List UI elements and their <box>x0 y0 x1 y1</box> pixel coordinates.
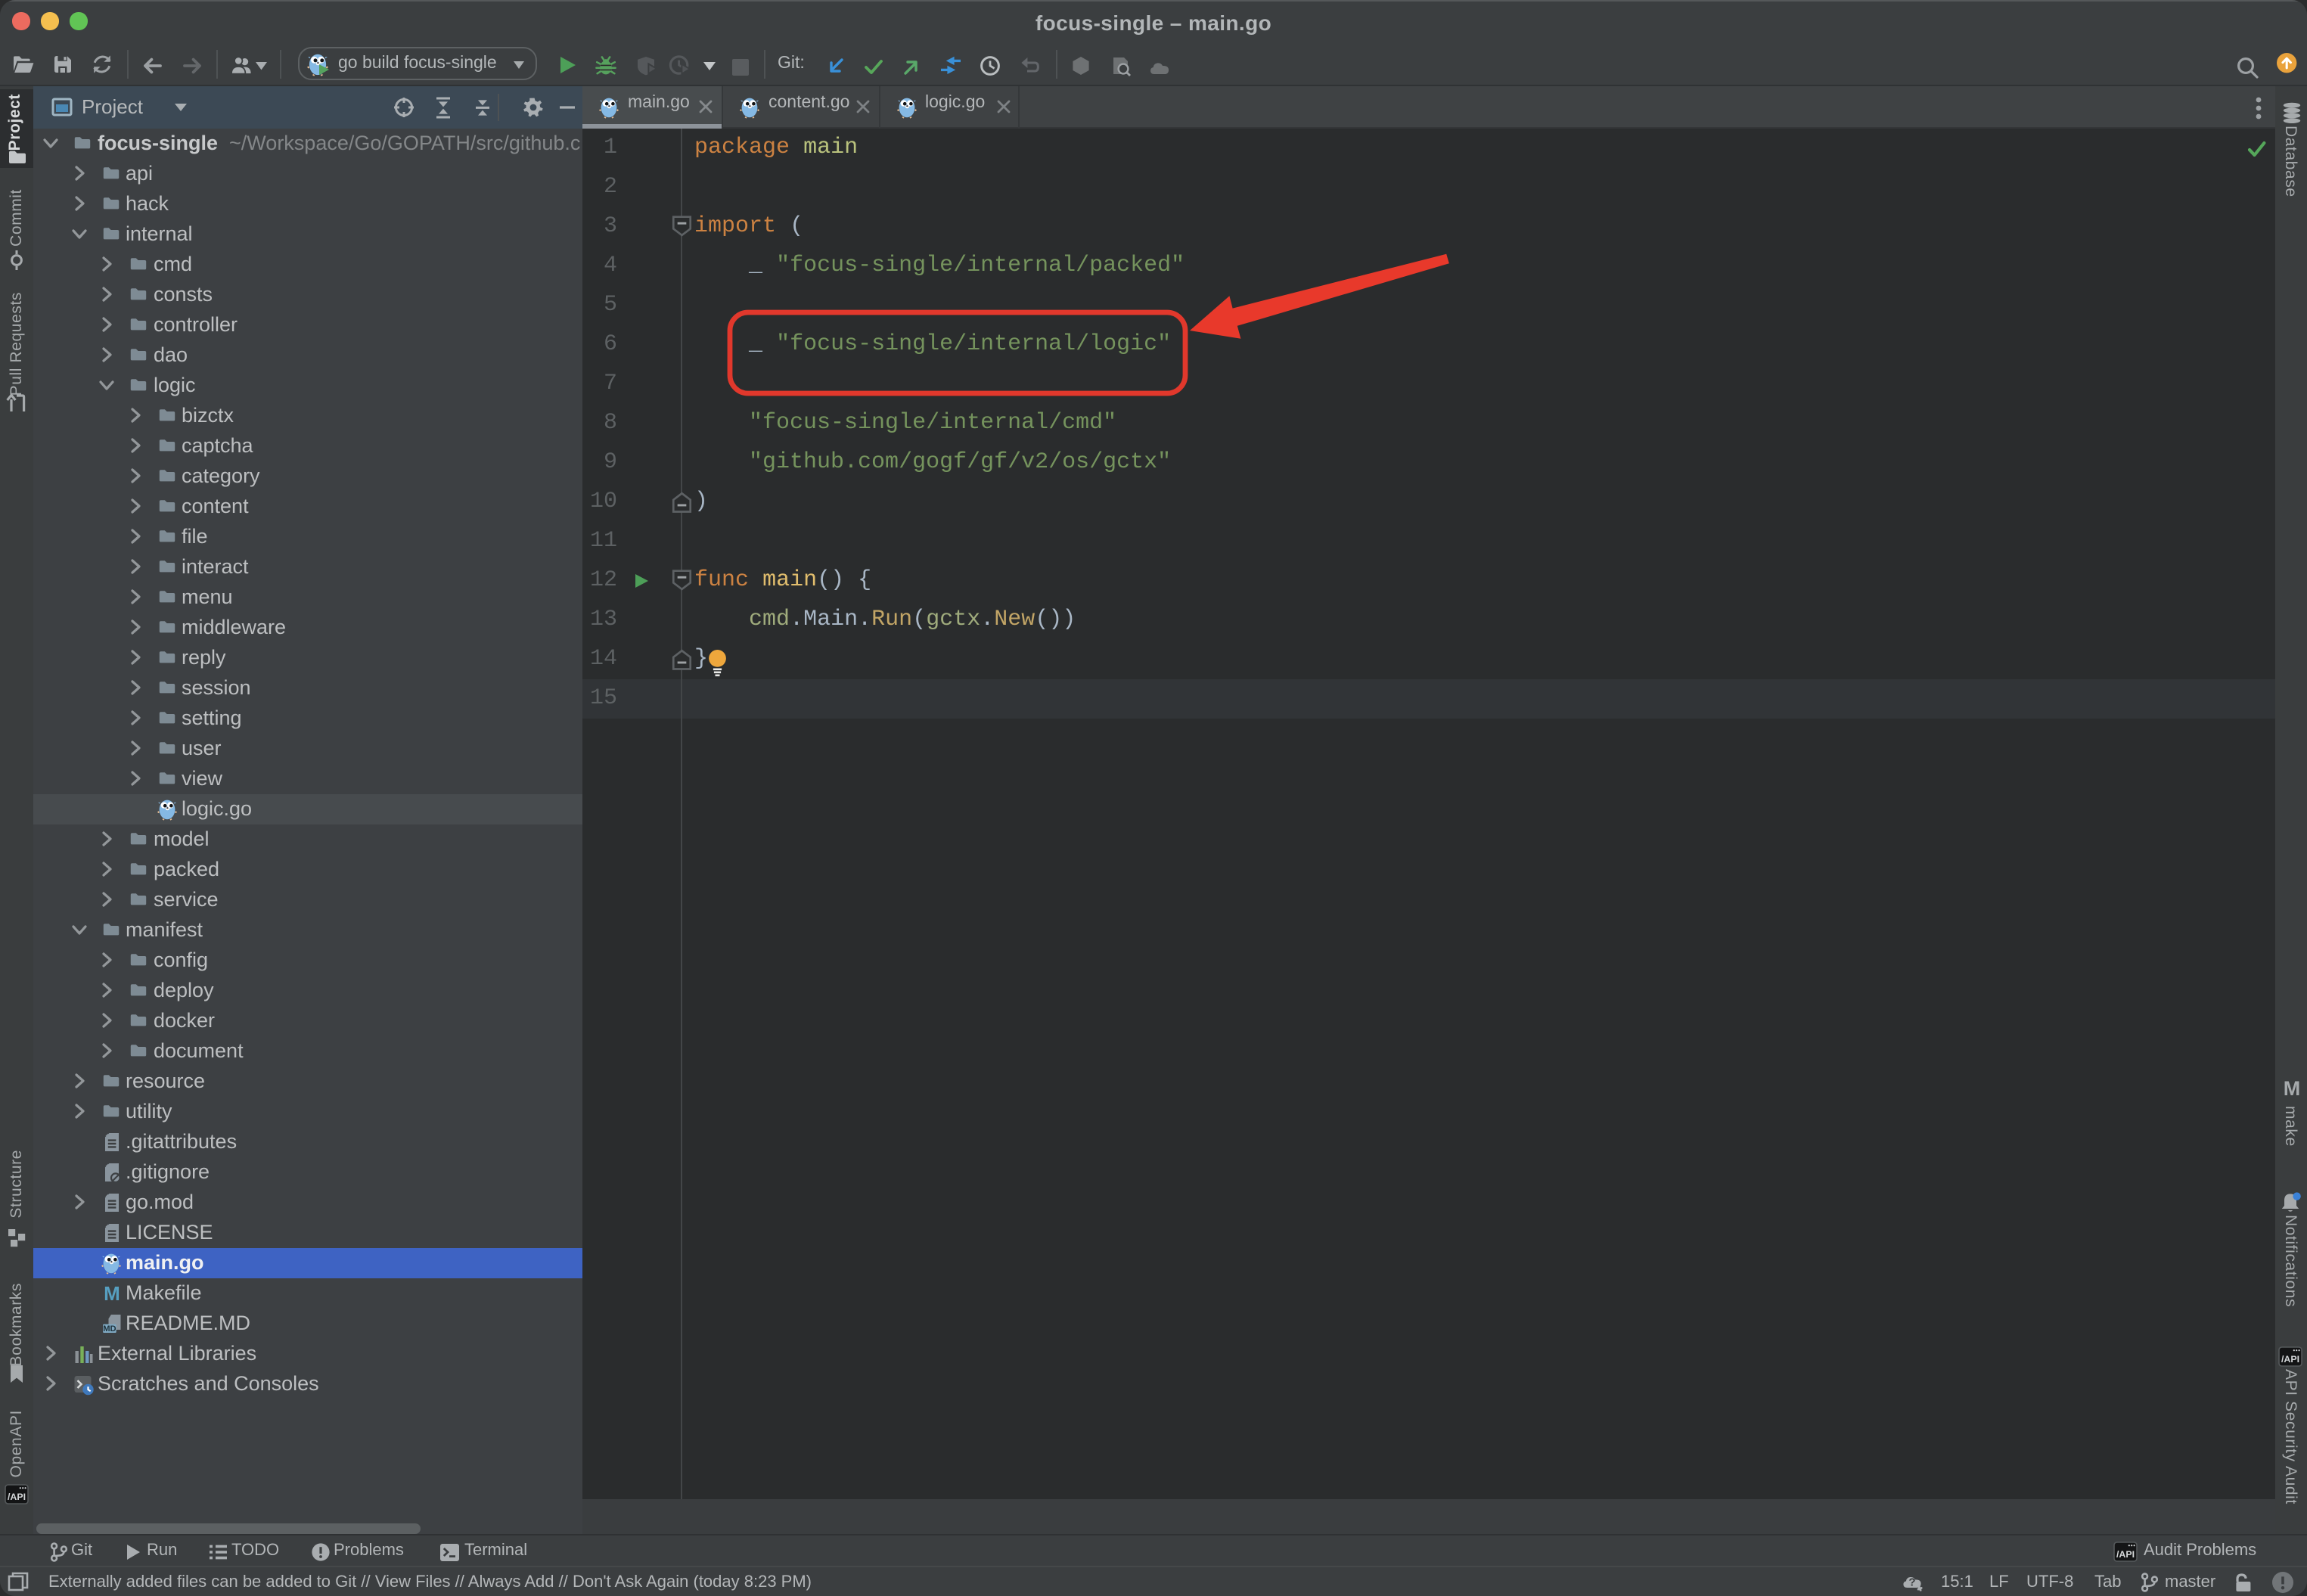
svg-text:/API: /API <box>8 1491 26 1501</box>
svg-text:M: M <box>2283 1076 2300 1099</box>
svg-text:/API: /API <box>2116 1548 2135 1559</box>
svg-text:/API: /API <box>2281 1353 2299 1364</box>
svg-text:MD: MD <box>102 1324 115 1333</box>
svg-text:?: ? <box>1908 1576 1915 1589</box>
svg-text:M: M <box>103 1281 120 1304</box>
